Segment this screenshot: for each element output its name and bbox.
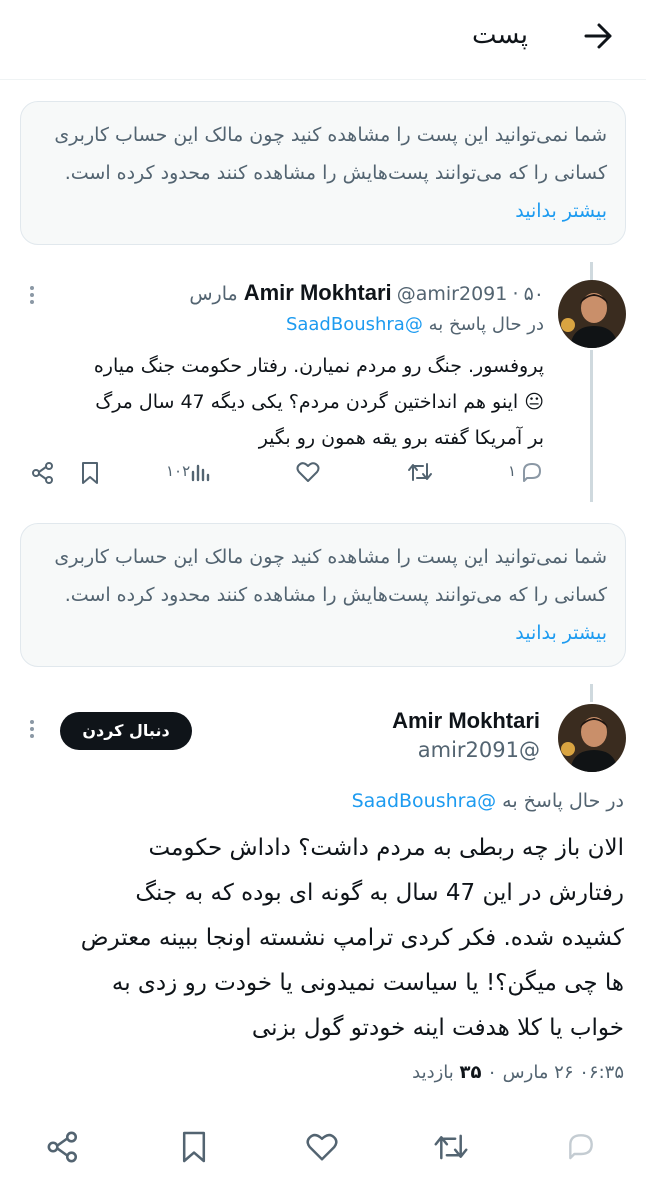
tweet-line: خواب یا کلا هدفت اینه خودتو گول بزنی [251,1015,624,1041]
heart-icon[interactable] [305,1132,339,1162]
bookmark-icon[interactable] [80,461,100,485]
replying-prefix: در حال پاسخ به [502,790,624,812]
mention-link[interactable]: @SaadBoushra [352,790,497,812]
notice-text: شما نمی‌توانید این پست را مشاهده کنید چو… [54,124,607,184]
tweet-line: پروفسور. جنگ رو مردم نمیارن. رفتار حکومت… [93,355,544,377]
retweet-icon[interactable] [407,460,433,484]
tweet-header: Amir Mokhtari @amir2091 · ۵۰ مارس [189,280,544,306]
tweet-time[interactable]: ۰۶:۳۵ [579,1062,624,1083]
tweet-meta: ۰۶:۳۵ ۲۶ مارس ۰ ۳۵ بازدید [412,1062,624,1083]
replying-to: در حال پاسخ به @SaadBoushra [286,314,544,335]
views-bar-icon[interactable] [190,462,212,482]
author-handle: @amir2091 [418,738,540,762]
replying-to: در حال پاسخ به @SaadBoushra [352,790,624,812]
more-vertical-icon[interactable] [28,283,36,307]
avatar-image [558,280,626,348]
thread-line [590,350,593,502]
tweet-date[interactable]: ۲۶ مارس ۰ [487,1062,573,1083]
heart-icon[interactable] [296,461,320,483]
thread-line [590,262,593,282]
follow-button[interactable]: دنبال کردن [60,712,192,750]
share-icon[interactable] [31,461,55,485]
views-count: ۱۰۲ [166,462,191,480]
bookmark-icon[interactable] [180,1130,208,1164]
views-count: ۳۵ [459,1062,482,1083]
tweet-text: الان باز چه ربطی به مردم داشت؟ داداش حکو… [20,826,624,1051]
tweet-line: بر آمریکا گفته برو یقه همون رو بگیر [258,427,544,449]
arrow-right-icon[interactable] [580,18,616,54]
tweet-line: رفتارش در این 47 سال به گونه ای بوده که … [135,880,624,906]
top-bar: پست [0,0,646,80]
learn-more-link[interactable]: بیشتر بدانید [515,200,607,222]
reply-bubble-icon[interactable] [564,1130,598,1162]
reply-count: ۱ [508,462,517,480]
more-vertical-icon[interactable] [28,717,36,741]
display-name[interactable]: Amir Mokhtari [392,708,540,733]
avatar-image [558,704,626,772]
avatar[interactable] [558,704,626,772]
author-name: Amir Mokhtari [392,708,540,734]
avatar[interactable] [558,280,626,348]
tweet-line: ها چی میگن؟! یا سیاست نمیدونی یا خودت رو… [111,970,624,996]
separator: · [512,283,519,305]
mention-link[interactable]: @SaadBoushra [286,314,423,335]
handle[interactable]: @amir2091 [418,738,540,762]
tweet-line: الان باز چه ربطی به مردم داشت؟ داداش حکو… [148,835,624,861]
page-title: پست [472,20,528,50]
tweet-text: پروفسور. جنگ رو مردم نمیارن. رفتار حکومت… [24,348,544,456]
notice-text: شما نمی‌توانید این پست را مشاهده کنید چو… [54,546,607,606]
display-name[interactable]: Amir Mokhtari [244,280,392,305]
restricted-notice: شما نمی‌توانید این پست را مشاهده کنید چو… [20,101,626,245]
replying-prefix: در حال پاسخ به [428,314,544,335]
retweet-icon[interactable] [433,1130,469,1164]
tweet-line: 😐 اینو هم انداختین گردن مردم؟ یکی دیگه 4… [95,391,544,413]
reply-bubble-icon[interactable] [520,460,544,484]
tweet-line: کشیده شده. فکر کردی ترامپ نشسته اونجا بب… [80,925,624,951]
thread-line [590,684,593,702]
handle[interactable]: @amir2091 [397,283,508,305]
learn-more-link[interactable]: بیشتر بدانید [515,622,607,644]
restricted-notice: شما نمی‌توانید این پست را مشاهده کنید چو… [20,523,626,667]
share-icon[interactable] [46,1130,80,1164]
views-label: بازدید [412,1062,454,1083]
